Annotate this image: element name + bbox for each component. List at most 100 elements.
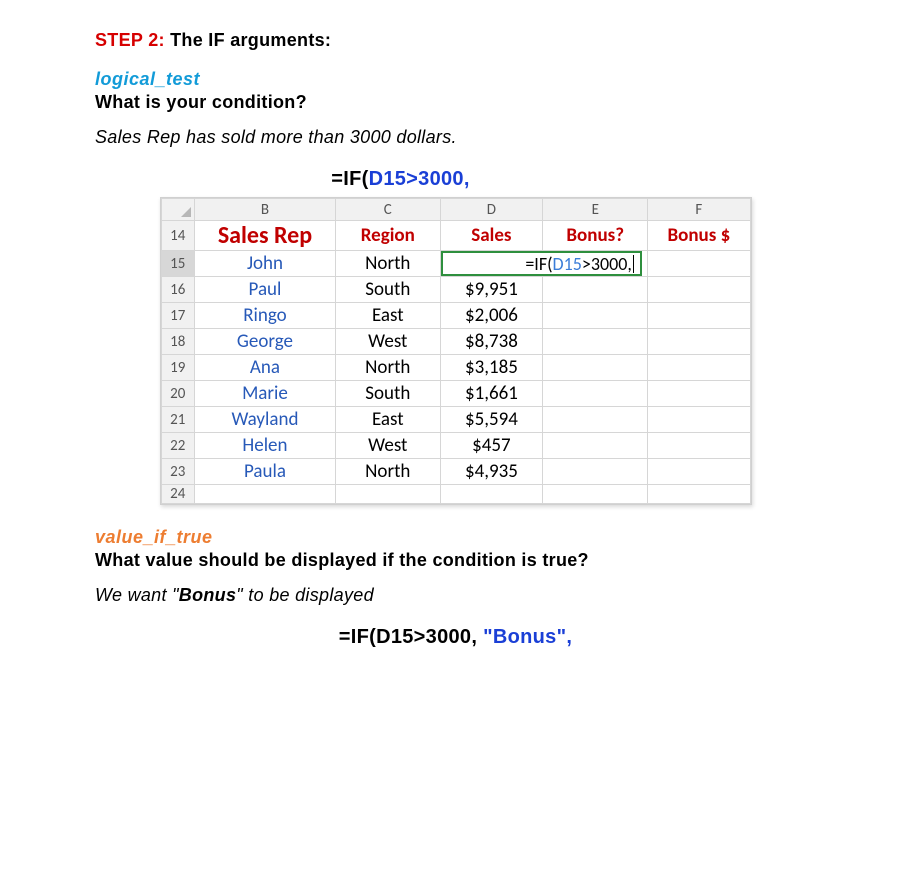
cell-empty[interactable] [648, 459, 750, 485]
col-header-C[interactable]: C [336, 199, 441, 221]
row-header[interactable]: 15 [161, 251, 194, 277]
hdr-bonus-amt[interactable]: Bonus $ [648, 221, 750, 251]
cell-empty[interactable] [648, 355, 750, 381]
answer-pre: We want " [95, 585, 179, 605]
cell-region[interactable]: South [336, 381, 441, 407]
text-caret [633, 255, 634, 273]
formula-prefix: =IF(D15>3000, [339, 626, 483, 648]
cell-empty[interactable] [648, 277, 750, 303]
active-formula-cell[interactable]: =IF(D15>3000, [441, 251, 642, 276]
step-heading: STEP 2: The IF arguments: [95, 30, 816, 51]
step-label: STEP 2: [95, 30, 165, 50]
cell-empty[interactable] [648, 303, 750, 329]
cell-sales[interactable]: $5,594 [440, 407, 543, 433]
cell-region[interactable]: North [336, 251, 441, 277]
answer-post: " to be displayed [236, 585, 374, 605]
col-header-D[interactable]: D [440, 199, 543, 221]
cell-empty[interactable] [543, 381, 648, 407]
cell-empty[interactable] [648, 485, 750, 504]
table-row: 22 Helen West $457 [161, 433, 750, 459]
cell-empty[interactable] [543, 277, 648, 303]
cell-rep[interactable]: Paul [194, 277, 335, 303]
cell-rep[interactable]: Ringo [194, 303, 335, 329]
row-header[interactable]: 19 [161, 355, 194, 381]
row-header[interactable]: 23 [161, 459, 194, 485]
arg-value-if-true-label: value_if_true [95, 527, 816, 548]
cell-sales[interactable]: $4,935 [440, 459, 543, 485]
hdr-region[interactable]: Region [336, 221, 441, 251]
row-header[interactable]: 17 [161, 303, 194, 329]
table-row: 23 Paula North $4,935 [161, 459, 750, 485]
cell-rep[interactable]: Wayland [194, 407, 335, 433]
table-row: 16 Paul South $9,951 [161, 277, 750, 303]
cell-rep[interactable]: Marie [194, 381, 335, 407]
cell-region[interactable]: East [336, 407, 441, 433]
cell-empty[interactable] [543, 329, 648, 355]
tutorial-page: STEP 2: The IF arguments: logical_test W… [0, 0, 911, 877]
cell-sales[interactable]: $3,185 [440, 355, 543, 381]
cell-sales[interactable]: $1,661 [440, 381, 543, 407]
arg-logical-test-question: What is your condition? [95, 92, 816, 113]
cell-empty[interactable] [336, 485, 441, 504]
cell-empty[interactable] [543, 355, 648, 381]
col-header-F[interactable]: F [648, 199, 750, 221]
formula-logical-test: =IF(D15>3000, [95, 168, 816, 191]
cell-region[interactable]: North [336, 459, 441, 485]
row-header[interactable]: 24 [161, 485, 194, 504]
row-header[interactable]: 20 [161, 381, 194, 407]
cell-empty[interactable] [543, 303, 648, 329]
formula-text-post: >3000, [582, 253, 632, 275]
spreadsheet-grid: B C D E F 14 Sales Rep Region Sales Bonu… [161, 198, 751, 504]
row-header[interactable]: 21 [161, 407, 194, 433]
cell-F15[interactable] [648, 251, 750, 277]
cell-region[interactable]: South [336, 277, 441, 303]
cell-sales[interactable]: $2,006 [440, 303, 543, 329]
cell-empty[interactable] [648, 329, 750, 355]
formula-text-pre: =IF( [525, 253, 552, 275]
row-header[interactable]: 16 [161, 277, 194, 303]
cell-region[interactable]: North [336, 355, 441, 381]
cell-empty[interactable] [648, 433, 750, 459]
hdr-sales-rep[interactable]: Sales Rep [194, 221, 335, 251]
cell-empty[interactable] [543, 407, 648, 433]
cell-region[interactable]: West [336, 433, 441, 459]
cell-rep[interactable]: John [194, 251, 335, 277]
formula-highlight: D15>3000, [369, 168, 470, 190]
arg-value-if-true-question: What value should be displayed if the co… [95, 550, 816, 571]
arg-logical-test-label: logical_test [95, 69, 816, 90]
select-all-corner[interactable] [161, 199, 194, 221]
cell-empty[interactable] [648, 407, 750, 433]
cell-empty[interactable] [543, 459, 648, 485]
cell-empty[interactable] [543, 485, 648, 504]
arg-logical-test-answer: Sales Rep has sold more than 3000 dollar… [95, 127, 816, 148]
cell-region[interactable]: East [336, 303, 441, 329]
row-header[interactable]: 22 [161, 433, 194, 459]
column-header-row: B C D E F [161, 199, 750, 221]
col-header-E[interactable]: E [543, 199, 648, 221]
hdr-bonus-q[interactable]: Bonus? [543, 221, 648, 251]
step-rest: The IF arguments: [165, 30, 331, 50]
row-header[interactable]: 14 [161, 221, 194, 251]
cell-sales[interactable]: $457 [440, 433, 543, 459]
row-header[interactable]: 18 [161, 329, 194, 355]
hdr-sales[interactable]: Sales [440, 221, 543, 251]
col-header-B[interactable]: B [194, 199, 335, 221]
cell-region[interactable]: West [336, 329, 441, 355]
arg-value-if-true-answer: We want "Bonus" to be displayed [95, 585, 816, 606]
table-row: 14 Sales Rep Region Sales Bonus? Bonus $ [161, 221, 750, 251]
cell-empty[interactable] [194, 485, 335, 504]
formula-text-ref: D15 [553, 253, 582, 275]
cell-rep[interactable]: George [194, 329, 335, 355]
cell-D15[interactable]: =IF(D15>3000, [440, 251, 543, 277]
cell-rep[interactable]: Paula [194, 459, 335, 485]
cell-empty[interactable] [440, 485, 543, 504]
cell-rep[interactable]: Helen [194, 433, 335, 459]
cell-empty[interactable] [543, 433, 648, 459]
cell-rep[interactable]: Ana [194, 355, 335, 381]
table-row: 18 George West $8,738 [161, 329, 750, 355]
spreadsheet-screenshot: B C D E F 14 Sales Rep Region Sales Bonu… [160, 197, 752, 505]
cell-empty[interactable] [648, 381, 750, 407]
cell-sales[interactable]: $8,738 [440, 329, 543, 355]
cell-sales[interactable]: $9,951 [440, 277, 543, 303]
table-row: 21 Wayland East $5,594 [161, 407, 750, 433]
